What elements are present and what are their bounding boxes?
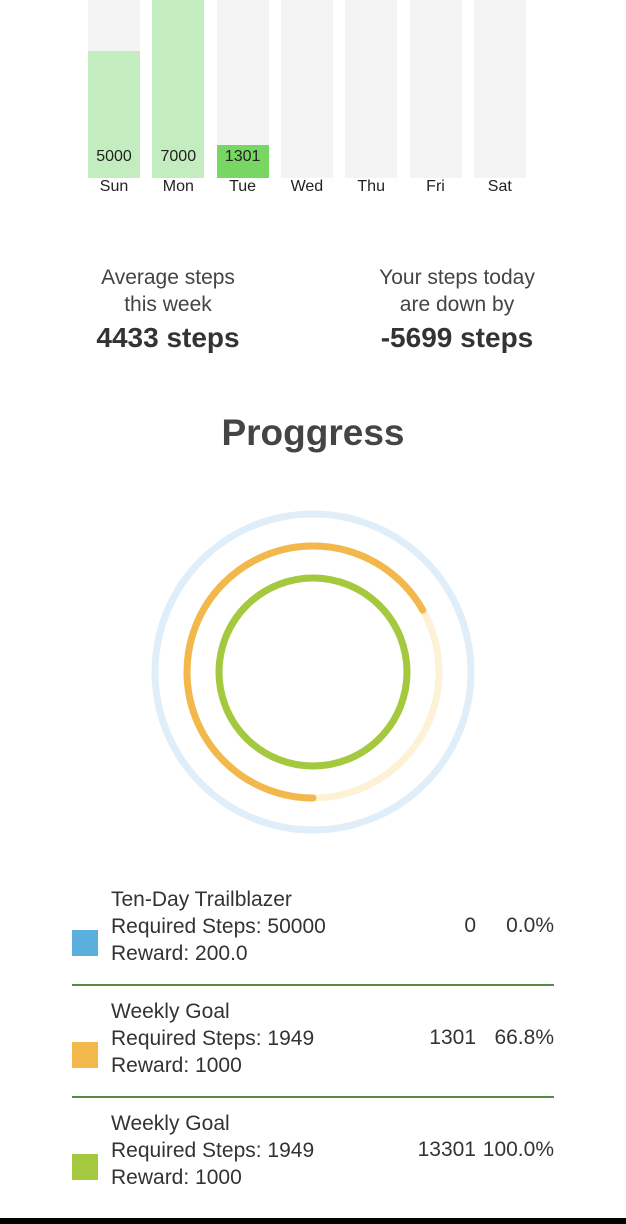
goal-title: Ten-Day Trailblazer [111, 888, 292, 911]
progress-title: Proggress [221, 412, 405, 453]
day-label-fri: Fri [426, 178, 445, 195]
average-steps-label-line2: this week [124, 293, 212, 316]
goal-item-weekly-goal[interactable]: Weekly Goal Required Steps: 1949 Reward:… [72, 998, 554, 1098]
today-steps-value: -5699 steps [380, 322, 534, 353]
goal-required-steps: Required Steps: 50000 [111, 915, 326, 938]
goal-color-swatch [72, 930, 98, 956]
goal-percent: 66.8% [494, 1026, 554, 1049]
goal-color-swatch [72, 1154, 98, 1180]
bar-track-tue: 1301 [216, 0, 269, 178]
bar-track-thu [345, 0, 398, 178]
average-steps-stat: Average steps this week 4433 steps [48, 264, 288, 354]
bar-value-label: 1301 [224, 148, 261, 165]
average-steps-label-line1: Average steps [101, 266, 235, 289]
ring-progress-2 [215, 574, 411, 770]
goal-current-steps: 1301 [429, 1026, 476, 1049]
goal-title: Weekly Goal [111, 1000, 230, 1023]
ring-track-2 [215, 574, 411, 770]
goal-current-steps: 13301 [417, 1138, 476, 1161]
weekly-steps-chart: 5000 Sun 7000 Mon 1301 Tue Wed Thu Fri Sat [0, 0, 626, 210]
today-steps-stat: Your steps today are down by -5699 steps [337, 264, 577, 354]
bar-track-fri [409, 0, 462, 178]
day-label-tue: Tue [229, 178, 257, 195]
goal-percent: 0.0% [506, 914, 554, 937]
bar-track-mon: 7000 [152, 0, 205, 178]
bar-track-sat [473, 0, 526, 178]
ring-progress-1 [183, 542, 443, 802]
goal-reward: Reward: 200.0 [111, 942, 248, 965]
day-label-thu: Thu [357, 178, 385, 195]
bar-value-label: 7000 [160, 148, 197, 165]
system-nav-bar [0, 1218, 626, 1224]
average-steps-value: 4433 steps [96, 322, 240, 353]
goal-required-steps: Required Steps: 1949 [111, 1027, 315, 1050]
ring-track-1 [183, 542, 443, 802]
goal-color-swatch [72, 1042, 98, 1068]
bar-track-sun: 5000 [88, 0, 140, 178]
day-label-sat: Sat [487, 178, 512, 195]
goal-required-steps: Required Steps: 1949 [111, 1139, 315, 1162]
day-label-wed: Wed [290, 178, 324, 195]
day-label-sun: Sun [99, 178, 129, 195]
day-label-mon: Mon [162, 178, 194, 195]
goal-item-weekly-goal[interactable]: Weekly Goal Required Steps: 1949 Reward:… [72, 1110, 554, 1208]
goal-percent: 100.0% [482, 1138, 554, 1161]
today-steps-label-line1: Your steps today [379, 266, 535, 289]
goal-reward: Reward: 1000 [111, 1054, 242, 1077]
bar-track-wed [280, 0, 333, 178]
ring-track-0 [151, 510, 475, 834]
goal-title: Weekly Goal [111, 1112, 230, 1135]
goal-current-steps: 0 [464, 914, 476, 937]
goal-item-ten-day-trailblazer[interactable]: Ten-Day Trailblazer Required Steps: 5000… [72, 886, 554, 986]
goal-reward: Reward: 1000 [111, 1166, 242, 1189]
bar-value-label: 5000 [96, 148, 132, 165]
today-steps-label-line2: are down by [399, 293, 515, 316]
